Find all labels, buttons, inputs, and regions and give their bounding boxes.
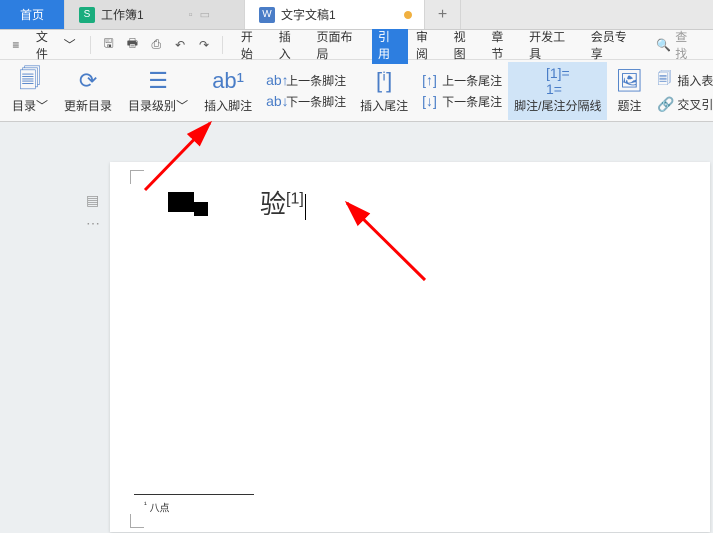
insert-endnote-label: 插入尾注	[360, 97, 408, 114]
footnote-nav: ab↑上一条脚注 ab↓下一条脚注	[260, 72, 352, 110]
prev-endnote-label: 上一条尾注	[442, 72, 502, 89]
chevron-down-icon: ﹀	[64, 36, 76, 53]
page-options-icon[interactable]: ⋯	[86, 215, 100, 232]
ribbon-references: 🗐 目录﹀ ⟳ 更新目录 ☰ 目录级别﹀ ab¹ 插入脚注 ab↑上一条脚注 a…	[0, 60, 713, 122]
tab-workbook-label: 工作簿1	[101, 6, 144, 23]
prev-footnote-button[interactable]: ab↑上一条脚注	[266, 72, 346, 89]
prev-footnote-icon: ab↑	[266, 72, 282, 88]
tof-icon: 🗐	[657, 68, 673, 92]
tab-insert[interactable]: 插入	[273, 26, 309, 64]
tab-sections[interactable]: 章节	[485, 26, 521, 64]
toc-button[interactable]: 🗐 目录﹀	[4, 62, 56, 120]
caption-button[interactable]: 🖼 题注	[607, 62, 651, 120]
separator	[90, 36, 91, 54]
separator	[222, 36, 223, 54]
page-side-controls: ▤ ⋯	[86, 192, 100, 232]
search-icon: 🔍	[656, 38, 671, 52]
tab-document[interactable]: W 文字文稿1	[245, 0, 425, 29]
next-endnote-label: 下一条尾注	[442, 93, 502, 110]
toc-icon: 🗐	[19, 67, 41, 95]
hamburger-icon[interactable]: ≡	[6, 35, 26, 55]
next-footnote-icon: ab↓	[266, 93, 282, 109]
footnote-body: 八点	[150, 503, 170, 514]
insert-endnote-button[interactable]: [ⁱ] 插入尾注	[352, 62, 416, 120]
save-icon[interactable]: 🖫	[99, 35, 119, 55]
prev-footnote-label: 上一条脚注	[286, 72, 346, 89]
next-footnote-button[interactable]: ab↓下一条脚注	[266, 93, 346, 110]
page-nav-icon[interactable]: ▤	[86, 192, 100, 209]
margin-corner-icon	[130, 170, 144, 184]
print-icon[interactable]: 🖶	[122, 35, 142, 55]
footnote-icon: ab¹	[212, 67, 244, 95]
separator-icon: [1]=1=	[546, 67, 570, 95]
margin-corner-icon	[130, 514, 144, 528]
cross-ref-button[interactable]: 🔗交叉引用	[657, 96, 713, 113]
footnote-separator-button[interactable]: [1]=1= 脚注/尾注分隔线	[508, 62, 607, 120]
footnote-separator-line	[134, 494, 254, 495]
document-icon: W	[259, 7, 275, 23]
tab-home-label: 首页	[20, 6, 44, 23]
tab-page-layout[interactable]: 页面布局	[310, 26, 370, 64]
plus-icon: +	[438, 6, 447, 24]
cross-ref-label: 交叉引用	[677, 96, 713, 113]
toc-label: 目录﹀	[12, 97, 48, 114]
update-toc-icon: ⟳	[79, 67, 97, 95]
new-tab-button[interactable]: +	[425, 0, 461, 29]
document-page[interactable]: ▤ ⋯ 验[1] ¹ 八点	[110, 162, 710, 532]
footnote-mark: ¹	[144, 499, 147, 509]
update-toc-label: 更新目录	[64, 97, 112, 114]
next-endnote-button[interactable]: [↓]下一条尾注	[422, 93, 502, 110]
redacted-content	[168, 192, 218, 228]
workspace: ▤ ⋯ 验[1] ¹ 八点	[0, 122, 713, 533]
caption-extra: 🗐插入表目录 🔗交叉引用	[651, 68, 713, 113]
file-menu-label: 文件	[36, 28, 60, 62]
redo-icon[interactable]: ↷	[194, 35, 214, 55]
endnote-nav: [↑]上一条尾注 [↓]下一条尾注	[416, 72, 508, 110]
unsaved-indicator-icon	[404, 11, 412, 19]
print-preview-icon[interactable]: ⎙	[146, 35, 166, 55]
tab-start[interactable]: 开始	[235, 26, 271, 64]
text-char: 验	[260, 189, 286, 219]
footnote-text[interactable]: ¹ 八点	[134, 499, 294, 514]
caption-icon: 🖼	[615, 67, 643, 95]
tab-review[interactable]: 审阅	[410, 26, 446, 64]
tab-window-controls-icon[interactable]: ▫ ▭	[189, 8, 212, 21]
gutter	[0, 122, 110, 533]
text-cursor	[305, 194, 306, 220]
caption-label: 题注	[617, 97, 641, 114]
tab-developer[interactable]: 开发工具	[523, 26, 583, 64]
tab-document-label: 文字文稿1	[281, 6, 336, 23]
cross-ref-icon: 🔗	[657, 96, 673, 113]
tab-member[interactable]: 会员专享	[585, 26, 645, 64]
tab-view[interactable]: 视图	[448, 26, 484, 64]
next-endnote-icon: [↓]	[422, 93, 438, 109]
footnote-reference: [1]	[286, 190, 304, 207]
file-menu[interactable]: 文件﹀	[30, 28, 82, 62]
search-input[interactable]: 🔍 查找	[648, 28, 707, 62]
tab-references[interactable]: 引用	[372, 26, 408, 64]
tab-home[interactable]: 首页	[0, 0, 65, 29]
endnote-icon: [ⁱ]	[376, 67, 392, 95]
tab-workbook[interactable]: S 工作簿1 ▫ ▭	[65, 0, 245, 29]
footnote-area: ¹ 八点	[134, 494, 294, 514]
footnote-separator-label: 脚注/尾注分隔线	[514, 97, 601, 114]
body-text[interactable]: 验[1]	[260, 184, 306, 221]
undo-icon[interactable]: ↶	[170, 35, 190, 55]
menu-tabs: 开始 插入 页面布局 引用 审阅 视图 章节 开发工具 会员专享	[235, 26, 644, 64]
toc-level-label: 目录级别﹀	[128, 97, 188, 114]
insert-footnote-button[interactable]: ab¹ 插入脚注	[196, 62, 260, 120]
menubar: ≡ 文件﹀ 🖫 🖶 ⎙ ↶ ↷ 开始 插入 页面布局 引用 审阅 视图 章节 开…	[0, 30, 713, 60]
prev-endnote-button[interactable]: [↑]上一条尾注	[422, 72, 502, 89]
insert-tof-label: 插入表目录	[677, 72, 713, 89]
spreadsheet-icon: S	[79, 7, 95, 23]
insert-footnote-label: 插入脚注	[204, 97, 252, 114]
toc-level-button[interactable]: ☰ 目录级别﹀	[120, 62, 196, 120]
prev-endnote-icon: [↑]	[422, 72, 438, 88]
toc-level-icon: ☰	[148, 67, 168, 95]
next-footnote-label: 下一条脚注	[286, 93, 346, 110]
update-toc-button[interactable]: ⟳ 更新目录	[56, 62, 120, 120]
search-placeholder: 查找	[675, 28, 699, 62]
insert-tof-button[interactable]: 🗐插入表目录	[657, 68, 713, 92]
